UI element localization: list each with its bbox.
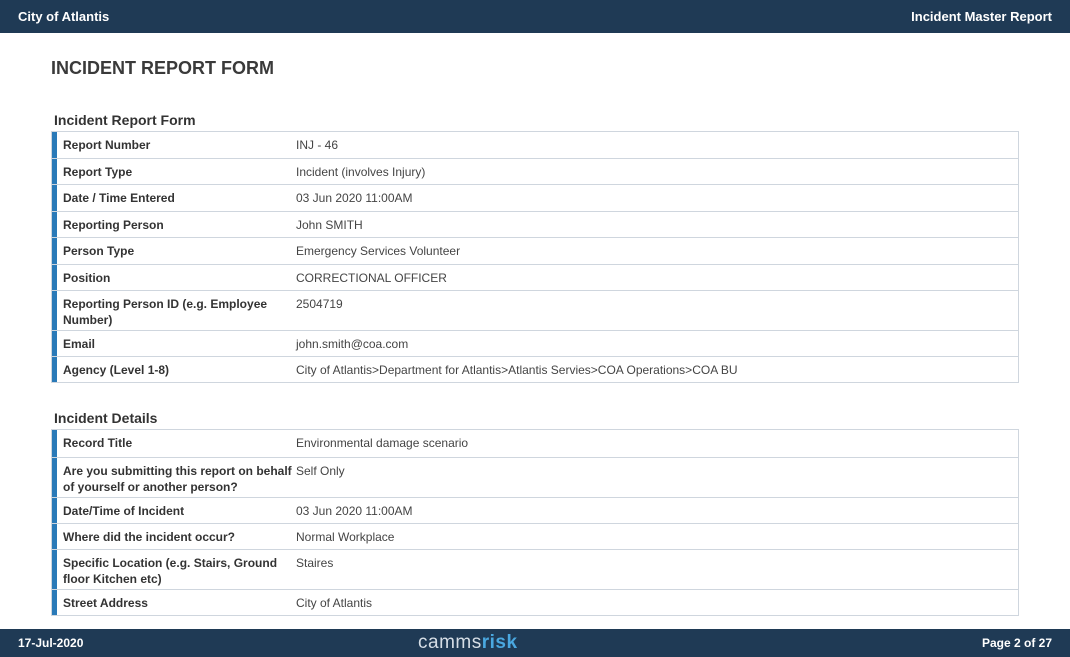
table-row: Date / Time Entered 03 Jun 2020 11:00AM [52,184,1018,211]
field-label: Reporting Person ID (e.g. Employee Numbe… [52,291,296,330]
field-label: Reporting Person [52,212,296,237]
field-label: Position [52,265,296,290]
table-row: Reporting Person John SMITH [52,211,1018,237]
logo-text-camms: camms [418,632,482,653]
field-label: Agency (Level 1-8) [52,357,296,382]
field-label: Person Type [52,238,296,264]
field-label: Record Title [52,430,296,457]
field-value: John SMITH [296,218,363,232]
table-row: Record Title Environmental damage scenar… [52,430,1018,457]
field-label: Date/Time of Incident [52,498,296,523]
field-value: Incident (involves Injury) [296,165,426,179]
section-heading-incident-report-form: Incident Report Form [54,112,196,128]
page-title: INCIDENT REPORT FORM [51,58,274,78]
incident-report-form-table: Report Number INJ - 46 Report Type Incid… [51,131,1019,383]
incident-details-table: Record Title Environmental damage scenar… [51,429,1019,616]
table-row: Street Address City of Atlantis [52,589,1018,615]
field-value: Normal Workplace [296,530,395,544]
table-row: Person Type Emergency Services Volunteer [52,237,1018,264]
field-label: Date / Time Entered [52,185,296,211]
cammsrisk-logo: camms risk [418,629,518,657]
field-value: john.smith@coa.com [296,337,409,351]
table-row: Where did the incident occur? Normal Wor… [52,523,1018,549]
field-value: Self Only [296,464,345,478]
footer-date: 17-Jul-2020 [18,636,84,650]
field-value: City of Atlantis>Department for Atlantis… [296,363,738,377]
field-value: INJ - 46 [296,138,339,152]
field-value: 2504719 [296,297,343,311]
field-label: Street Address [52,590,296,615]
report-name: Incident Master Report [911,9,1052,24]
table-row: Are you submitting this report on behalf… [52,457,1018,497]
field-label: Report Type [52,159,296,184]
field-value: 03 Jun 2020 11:00AM [296,191,413,205]
table-row: Report Type Incident (involves Injury) [52,158,1018,184]
field-label: Where did the incident occur? [52,524,296,549]
field-label: Report Number [52,132,296,158]
field-value: Environmental damage scenario [296,436,469,450]
field-value: Emergency Services Volunteer [296,244,461,258]
table-row: Agency (Level 1-8) City of Atlantis>Depa… [52,356,1018,382]
table-row: Email john.smith@coa.com [52,330,1018,356]
top-header-bar: City of Atlantis Incident Master Report [0,0,1070,33]
field-value: Staires [296,556,334,570]
table-row: Report Number INJ - 46 [52,132,1018,158]
section-heading-incident-details: Incident Details [54,410,158,426]
field-label: Are you submitting this report on behalf… [52,458,296,497]
table-row: Position CORRECTIONAL OFFICER [52,264,1018,290]
footer-bar: 17-Jul-2020 camms risk Page 2 of 27 [0,629,1070,657]
organization-name: City of Atlantis [18,9,110,24]
field-value: 03 Jun 2020 11:00AM [296,504,413,518]
table-row: Specific Location (e.g. Stairs, Ground f… [52,549,1018,589]
field-value: CORRECTIONAL OFFICER [296,271,447,285]
table-row: Date/Time of Incident 03 Jun 2020 11:00A… [52,497,1018,523]
field-value: City of Atlantis [296,596,373,610]
logo-text-risk: risk [481,632,518,653]
field-label: Email [52,331,296,356]
page-number: Page 2 of 27 [981,636,1052,650]
field-label: Specific Location (e.g. Stairs, Ground f… [52,550,296,589]
table-row: Reporting Person ID (e.g. Employee Numbe… [52,290,1018,330]
